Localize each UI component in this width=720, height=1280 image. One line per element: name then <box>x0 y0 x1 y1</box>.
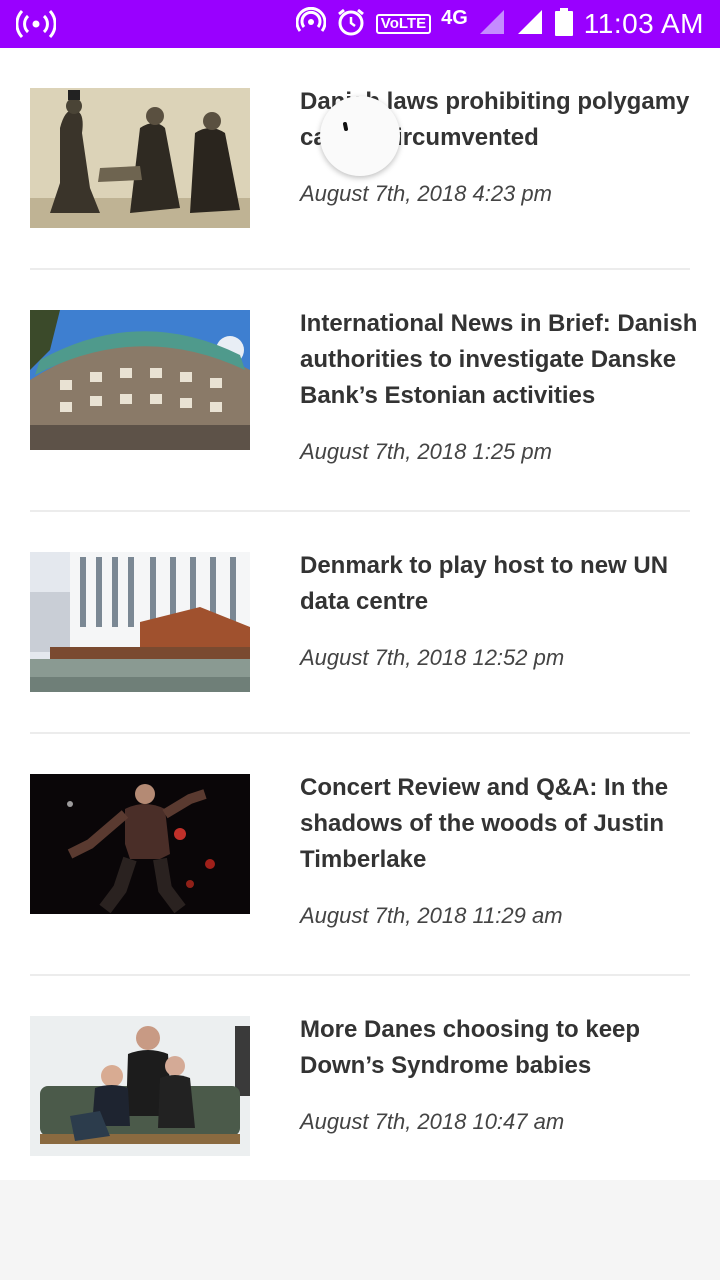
article-date: August 7th, 2018 12:52 pm <box>300 645 565 670</box>
article-title[interactable]: Denmark to play host to new UN data cent… <box>300 548 700 620</box>
network-type: 4G <box>441 6 468 29</box>
article-thumbnail[interactable] <box>30 774 250 914</box>
spinner-arc <box>343 122 348 131</box>
cast-icon <box>295 6 327 42</box>
article-thumbnail[interactable] <box>30 552 250 692</box>
article-thumbnail[interactable] <box>30 1016 250 1156</box>
loading-spinner <box>320 96 400 176</box>
article-item[interactable]: Denmark to play host to new UN data cent… <box>0 512 720 734</box>
article-item[interactable]: International News in Brief: Danish auth… <box>0 270 720 512</box>
article-date: August 7th, 2018 10:47 am <box>300 1109 565 1134</box>
signal-icon <box>516 8 544 41</box>
article-date: August 7th, 2018 1:25 pm <box>300 439 552 464</box>
hotspot-icon <box>15 9 57 44</box>
article-item[interactable]: More Danes choosing to keep Down’s Syndr… <box>0 976 720 1180</box>
article-title[interactable]: More Danes choosing to keep Down’s Syndr… <box>300 1012 700 1084</box>
battery-icon <box>554 7 574 42</box>
article-date: August 7th, 2018 4:23 pm <box>300 181 552 206</box>
article-list[interactable]: Danish laws prohibiting polygamy can be … <box>0 48 720 1180</box>
alarm-icon <box>336 7 366 42</box>
article-thumbnail[interactable] <box>30 88 250 228</box>
status-bar: VoLTE 4G 11:03 AM <box>0 0 720 48</box>
signal-icon-dim <box>478 8 506 41</box>
article-thumbnail[interactable] <box>30 310 250 450</box>
volte-badge: VoLTE <box>375 14 432 34</box>
article-title[interactable]: International News in Brief: Danish auth… <box>300 306 700 414</box>
bottom-empty-area <box>0 1180 720 1280</box>
article-item[interactable]: Concert Review and Q&A: In the shadows o… <box>0 734 720 976</box>
clock: 11:03 AM <box>583 8 704 39</box>
article-title[interactable]: Concert Review and Q&A: In the shadows o… <box>300 770 700 878</box>
article-date: August 7th, 2018 11:29 am <box>300 903 563 928</box>
